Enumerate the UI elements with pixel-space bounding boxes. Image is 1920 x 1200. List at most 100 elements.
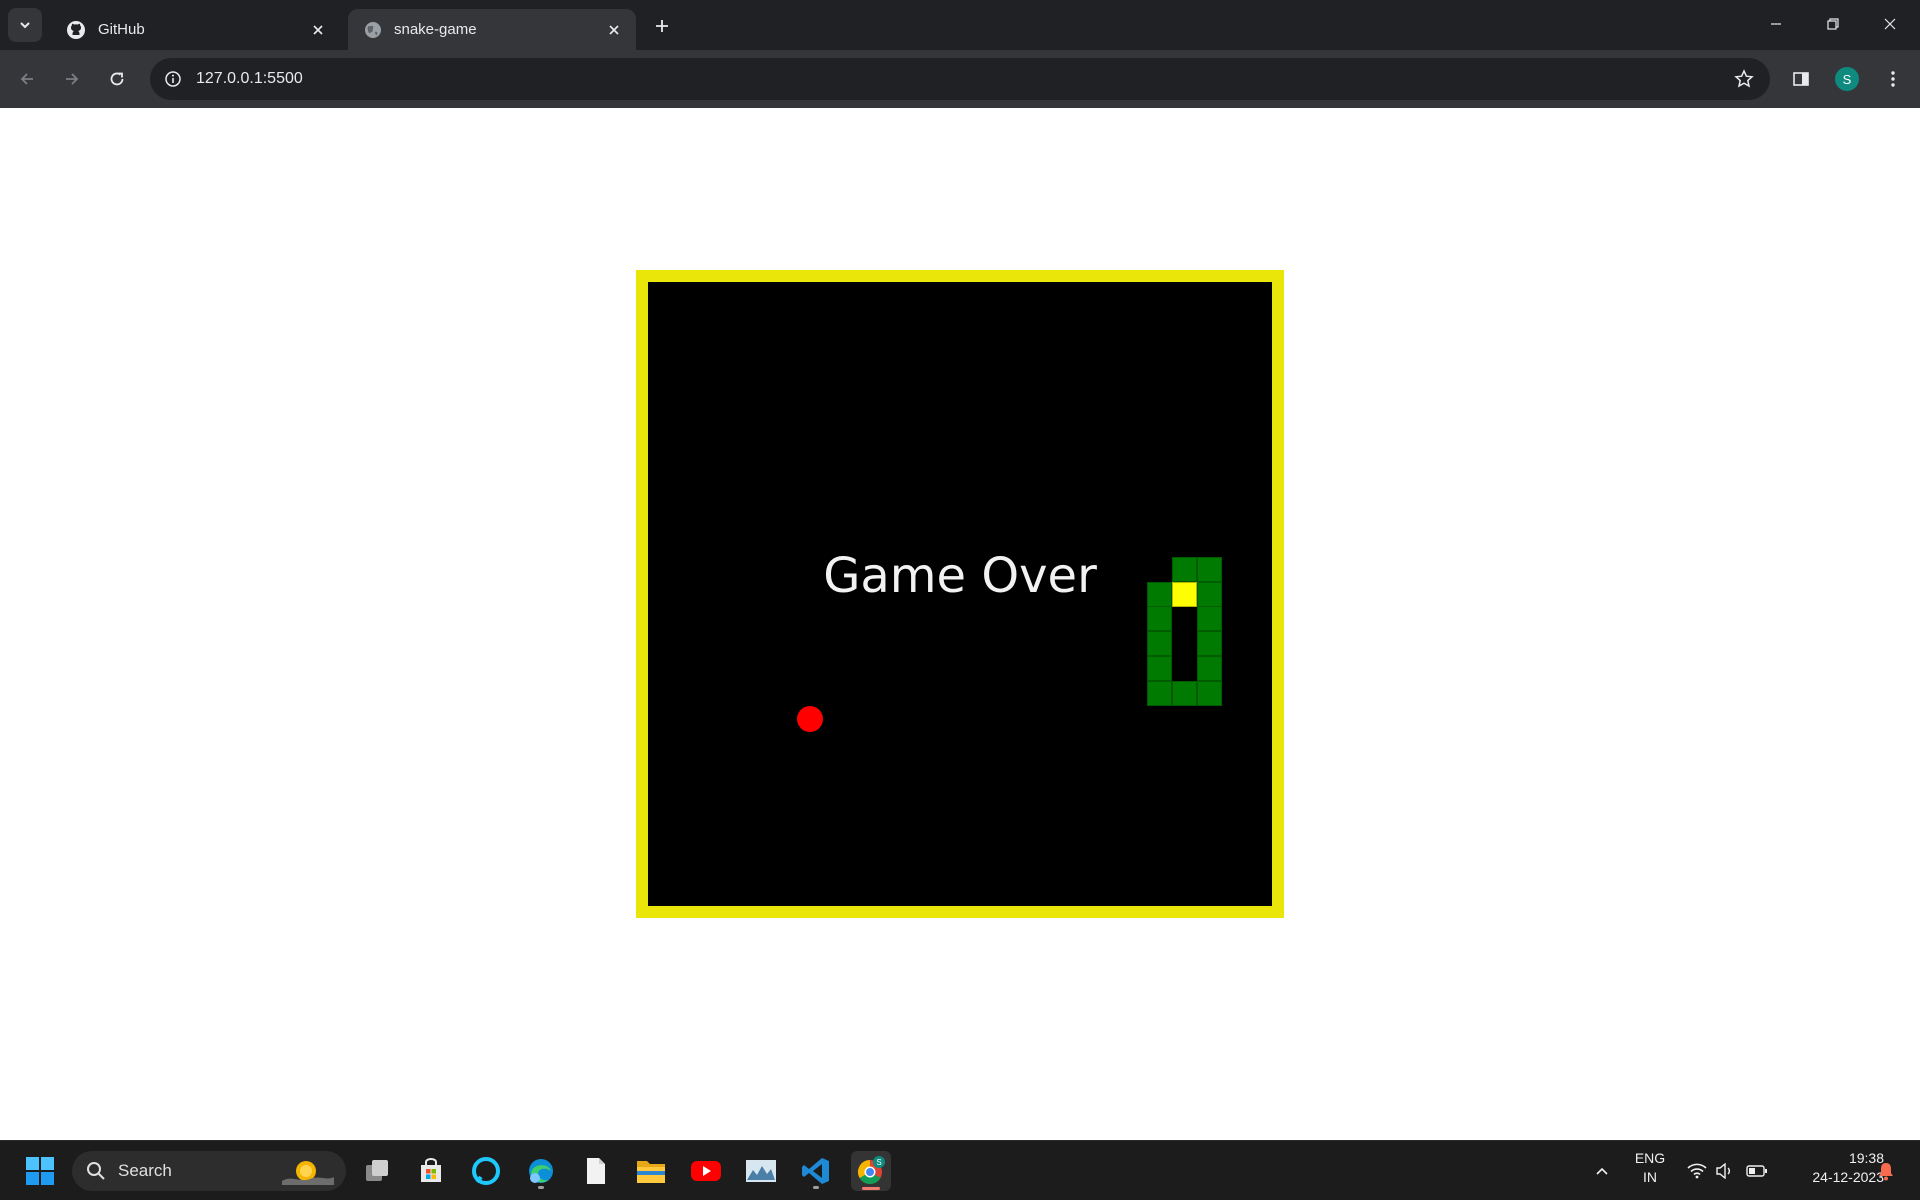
browser-tab-strip: GitHub snake-game — [0, 0, 1920, 50]
file-explorer-icon — [637, 1161, 665, 1183]
running-indicator — [538, 1186, 544, 1189]
url-text: 127.0.0.1:5500 — [196, 70, 303, 87]
snake-segment — [1147, 656, 1172, 681]
side-panel-button[interactable] — [1785, 63, 1817, 95]
clock-date: 24-12-2023 — [1812, 1169, 1884, 1185]
page-content: Game Over — [0, 108, 1920, 1140]
browser-menu-button[interactable] — [1877, 63, 1909, 95]
github-icon — [67, 20, 85, 39]
minimize-button[interactable] — [1748, 0, 1804, 48]
search-placeholder: Search — [118, 1161, 172, 1180]
tab-snake-game[interactable]: snake-game — [348, 9, 636, 50]
site-info-button[interactable] — [160, 66, 186, 92]
tab-github[interactable]: GitHub — [50, 9, 340, 50]
region-code: IN — [1643, 1169, 1657, 1185]
tab-title: GitHub — [98, 21, 145, 38]
file-button[interactable] — [576, 1151, 616, 1191]
game-over-text: Game Over — [823, 548, 1097, 604]
restore-icon — [1827, 18, 1839, 30]
vscode-icon — [802, 1158, 829, 1184]
tab-close-button[interactable] — [306, 18, 330, 42]
notifications-button[interactable] — [1874, 1159, 1898, 1183]
chrome-button[interactable]: S — [851, 1151, 891, 1191]
svg-text:S: S — [876, 1158, 881, 1167]
windows-logo-icon — [26, 1157, 54, 1185]
file-icon — [587, 1158, 605, 1184]
task-view-icon — [366, 1160, 388, 1181]
snake-segment — [1147, 681, 1172, 706]
youtube-button[interactable] — [686, 1151, 726, 1191]
bookmark-button[interactable] — [1732, 67, 1756, 91]
microsoft-store-button[interactable] — [411, 1151, 451, 1191]
running-indicator — [813, 1186, 819, 1189]
info-icon — [165, 71, 181, 87]
alexa-button[interactable] — [466, 1151, 506, 1191]
address-bar[interactable]: 127.0.0.1:5500 — [150, 58, 1770, 100]
tab-title: snake-game — [394, 21, 477, 38]
task-view-button[interactable] — [357, 1151, 397, 1191]
side-panel-icon — [1793, 72, 1809, 86]
search-icon — [87, 1162, 105, 1180]
reload-icon — [110, 72, 124, 86]
battery-icon — [1746, 1165, 1767, 1177]
globe-icon — [365, 21, 381, 38]
volume-status[interactable] — [1713, 1159, 1737, 1183]
plus-icon — [656, 20, 668, 32]
chrome-icon: S — [857, 1156, 885, 1185]
close-icon — [609, 24, 619, 35]
back-button[interactable] — [10, 62, 44, 96]
food-apple — [797, 706, 823, 732]
chevron-up-icon — [1596, 1167, 1608, 1175]
minimize-icon — [1771, 23, 1781, 25]
microsoft-store-icon — [421, 1158, 441, 1182]
snake-segment — [1147, 606, 1172, 631]
snake-segment — [1197, 606, 1222, 631]
more-vertical-icon — [1891, 71, 1895, 87]
active-indicator — [862, 1187, 880, 1190]
snake-segment — [1197, 631, 1222, 656]
search-highlight-icon — [282, 1161, 334, 1185]
chevron-down-icon — [20, 22, 30, 29]
tab-close-button[interactable] — [602, 18, 626, 42]
wifi-icon — [1687, 1163, 1707, 1179]
show-hidden-icons-button[interactable] — [1590, 1159, 1614, 1183]
arrow-left-icon — [20, 73, 33, 85]
clock[interactable]: 19:38 24-12-2023 — [1774, 1149, 1884, 1187]
snake-segment — [1172, 681, 1197, 706]
taskbar-search[interactable]: Search — [72, 1151, 346, 1191]
edge-icon — [529, 1159, 553, 1183]
youtube-icon — [691, 1161, 721, 1181]
clock-time: 19:38 — [1848, 1150, 1884, 1166]
star-icon — [1734, 69, 1754, 88]
edge-button[interactable] — [521, 1151, 561, 1191]
vscode-button[interactable] — [796, 1151, 836, 1191]
close-icon — [1884, 18, 1896, 30]
photos-button[interactable] — [741, 1151, 781, 1191]
tab-search-button[interactable] — [8, 8, 42, 42]
browser-toolbar: 127.0.0.1:5500 S — [0, 50, 1920, 108]
bell-icon — [1879, 1163, 1893, 1181]
speaker-icon — [1716, 1163, 1730, 1179]
input-language-indicator[interactable]: ENG IN — [1622, 1149, 1678, 1187]
close-icon — [313, 24, 323, 35]
close-window-button[interactable] — [1862, 0, 1918, 48]
profile-button[interactable]: S — [1831, 63, 1863, 95]
alexa-icon — [472, 1157, 500, 1185]
arrow-right-icon — [66, 73, 79, 85]
new-tab-button[interactable] — [648, 12, 676, 40]
language-code: ENG — [1634, 1150, 1666, 1166]
snake-segment — [1147, 631, 1172, 656]
battery-status[interactable] — [1745, 1159, 1769, 1183]
wifi-status[interactable] — [1685, 1159, 1709, 1183]
photos-icon — [746, 1160, 776, 1182]
restore-button[interactable] — [1805, 0, 1861, 48]
snake-segment — [1197, 681, 1222, 706]
file-explorer-button[interactable] — [631, 1151, 671, 1191]
game-board[interactable]: Game Over — [636, 270, 1284, 918]
windows-taskbar: Search S ENG IN 19:38 24-12-2023 — [0, 1140, 1920, 1200]
avatar: S — [1835, 67, 1859, 91]
snake-segment — [1197, 656, 1222, 681]
reload-button[interactable] — [100, 62, 134, 96]
start-button[interactable] — [20, 1151, 60, 1191]
forward-button[interactable] — [55, 62, 89, 96]
